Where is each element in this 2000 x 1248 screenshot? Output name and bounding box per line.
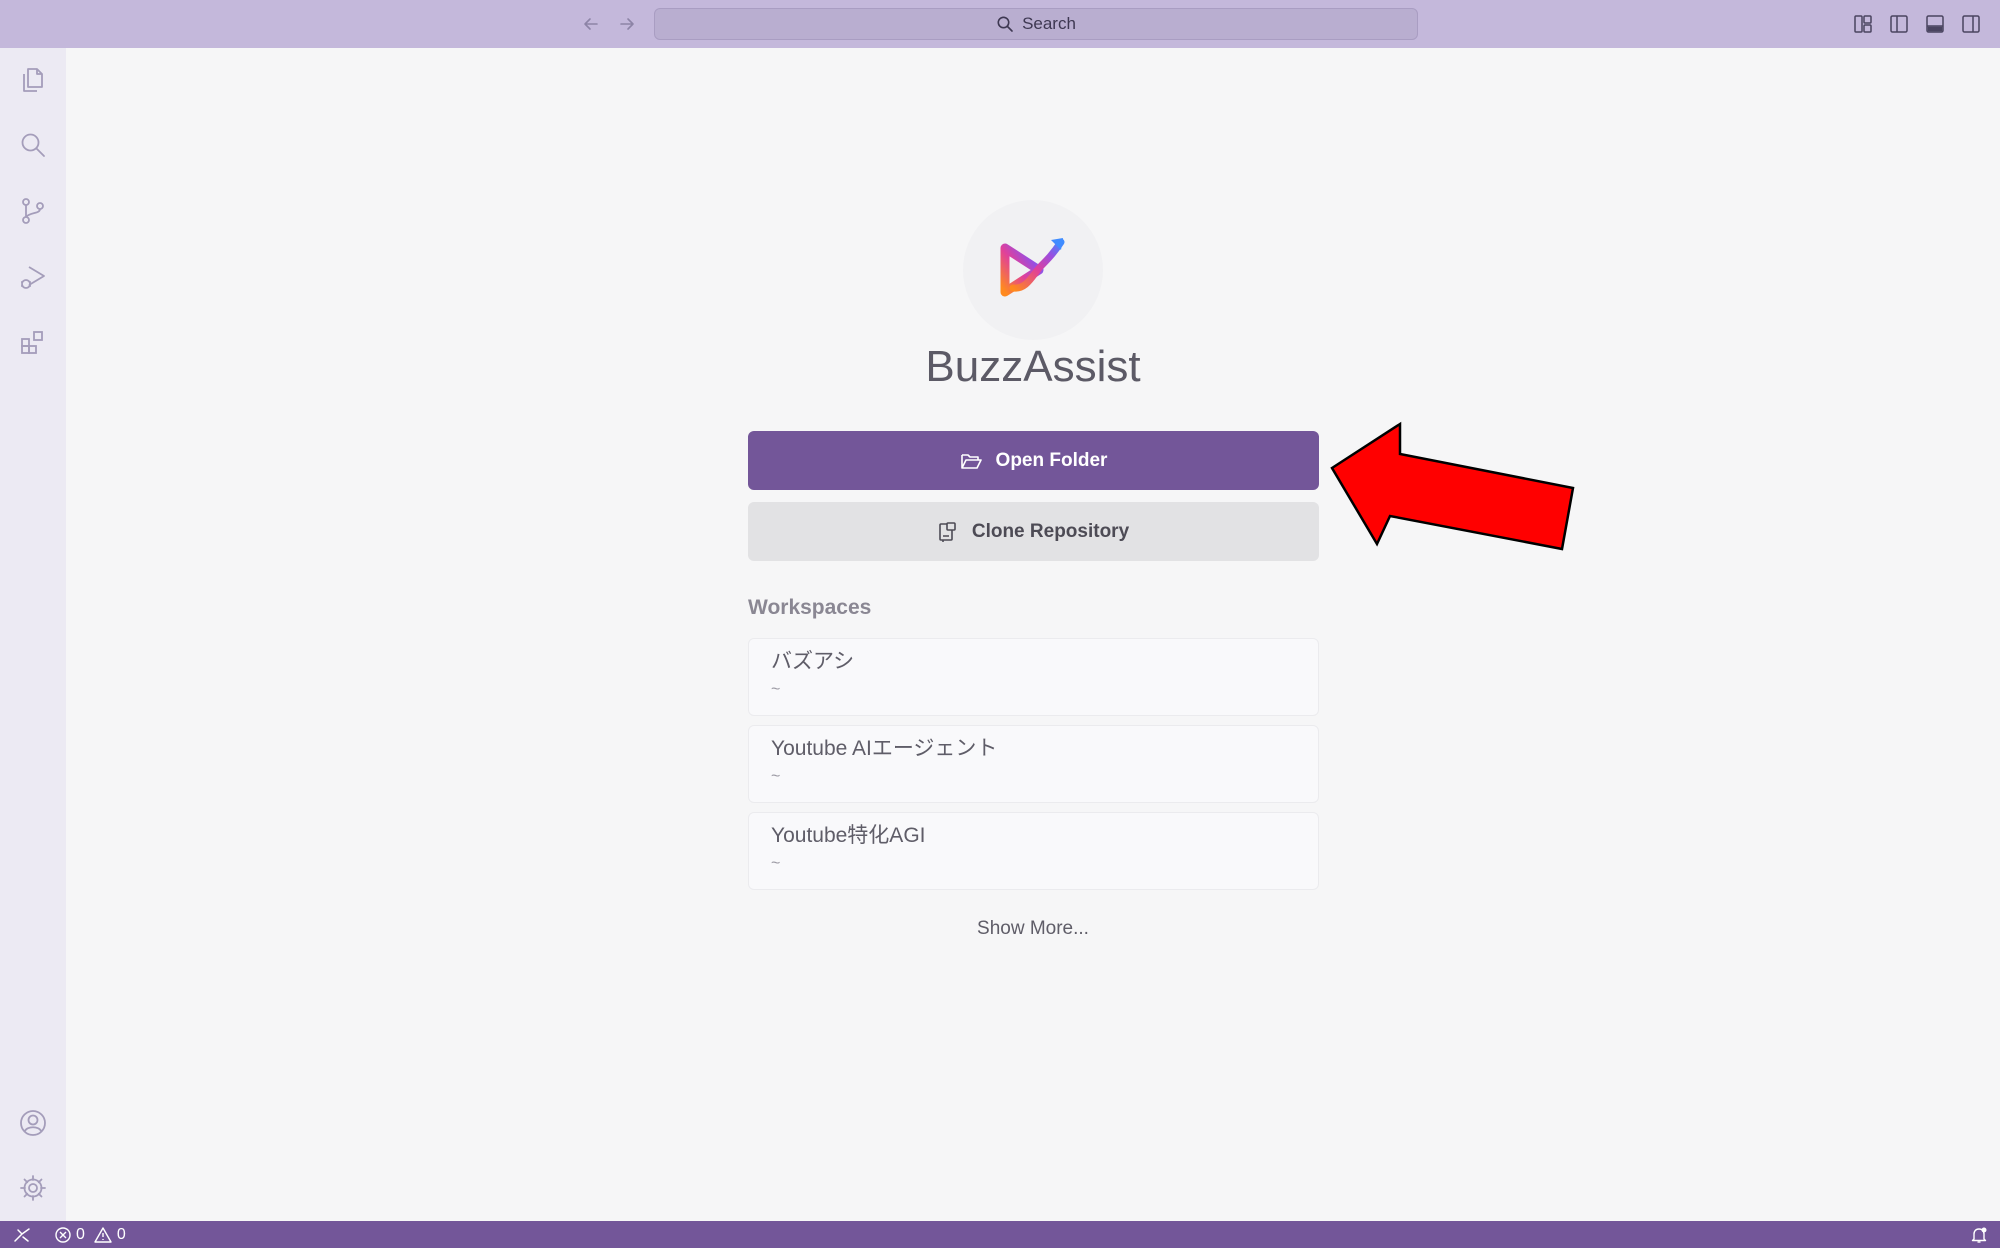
clone-repository-label: Clone Repository: [971, 520, 1130, 542]
search-label: Search: [1022, 14, 1076, 33]
forward-button[interactable]: [614, 11, 640, 37]
app-title: BuzzAssist: [925, 342, 1141, 391]
explorer-button[interactable]: [11, 58, 55, 102]
workspace-name: バズアシ: [771, 650, 855, 673]
search-icon: [997, 16, 1013, 32]
workspace-path: ~: [771, 855, 781, 872]
workspace-item[interactable]: Youtube特化AGI ~: [748, 812, 1319, 890]
explorer-icon: [23, 68, 43, 92]
search-icon: [21, 133, 45, 157]
search-button[interactable]: [11, 123, 55, 167]
clone-repository-button[interactable]: Clone Repository: [748, 502, 1319, 561]
remote-icon: [14, 1228, 30, 1242]
toggle-panel-icon: [1926, 15, 1944, 33]
show-more-link[interactable]: Show More...: [900, 918, 1166, 940]
open-folder-label: Open Folder: [995, 449, 1108, 471]
accounts-button[interactable]: [11, 1101, 55, 1145]
workspace-name: Youtube特化AGI: [771, 824, 926, 847]
red-arrow-annotation: [1330, 421, 1575, 551]
toggle-secondary-sidebar-button[interactable]: [1959, 12, 1983, 36]
folder-open-icon: [960, 453, 982, 469]
title-bar: Search: [0, 0, 2000, 48]
toggle-primary-sidebar-button[interactable]: [1887, 12, 1911, 36]
source-control-icon: [22, 198, 44, 224]
account-icon: [20, 1110, 46, 1136]
notifications-button[interactable]: [1966, 1224, 1992, 1246]
extensions-icon: [21, 331, 43, 354]
app-logo: [963, 200, 1103, 340]
source-control-button[interactable]: [11, 189, 55, 233]
toggle-secondary-sidebar-icon: [1962, 15, 1980, 33]
arrow-right-icon: [620, 18, 634, 30]
open-folder-button[interactable]: Open Folder: [748, 431, 1319, 490]
workspaces-heading: Workspaces: [748, 596, 872, 619]
workspace-item[interactable]: Youtube AIエージェント ~: [748, 725, 1319, 803]
customize-layout-button[interactable]: [1851, 12, 1875, 36]
run-debug-icon: [21, 266, 45, 289]
command-center-search[interactable]: Search: [654, 8, 1418, 40]
gear-icon: [20, 1175, 46, 1201]
repo-clone-icon: [939, 521, 956, 542]
workspace-path: ~: [771, 768, 781, 785]
extensions-button[interactable]: [11, 320, 55, 364]
warning-count: 0: [116, 1225, 126, 1243]
toggle-primary-sidebar-icon: [1890, 15, 1908, 33]
settings-button[interactable]: [11, 1166, 55, 1210]
bell-icon: [1971, 1227, 1987, 1243]
workspace-name: Youtube AIエージェント: [771, 737, 998, 760]
error-icon: [55, 1226, 71, 1243]
remote-indicator[interactable]: [8, 1224, 36, 1246]
warning-icon: [94, 1226, 112, 1243]
arrow-left-icon: [584, 18, 598, 30]
activity-bar: [0, 48, 66, 1221]
problems-indicator[interactable]: 0 0: [54, 1223, 126, 1246]
status-bar: 0 0: [0, 1221, 2000, 1248]
error-count: 0: [76, 1225, 85, 1243]
workspace-item[interactable]: バズアシ ~: [748, 638, 1319, 716]
back-button[interactable]: [578, 11, 604, 37]
workspace-path: ~: [771, 681, 781, 698]
buzzassist-logo-icon: [1000, 238, 1065, 297]
run-debug-button[interactable]: [11, 255, 55, 299]
customize-layout-icon: [1854, 15, 1872, 33]
toggle-panel-button[interactable]: [1923, 12, 1947, 36]
